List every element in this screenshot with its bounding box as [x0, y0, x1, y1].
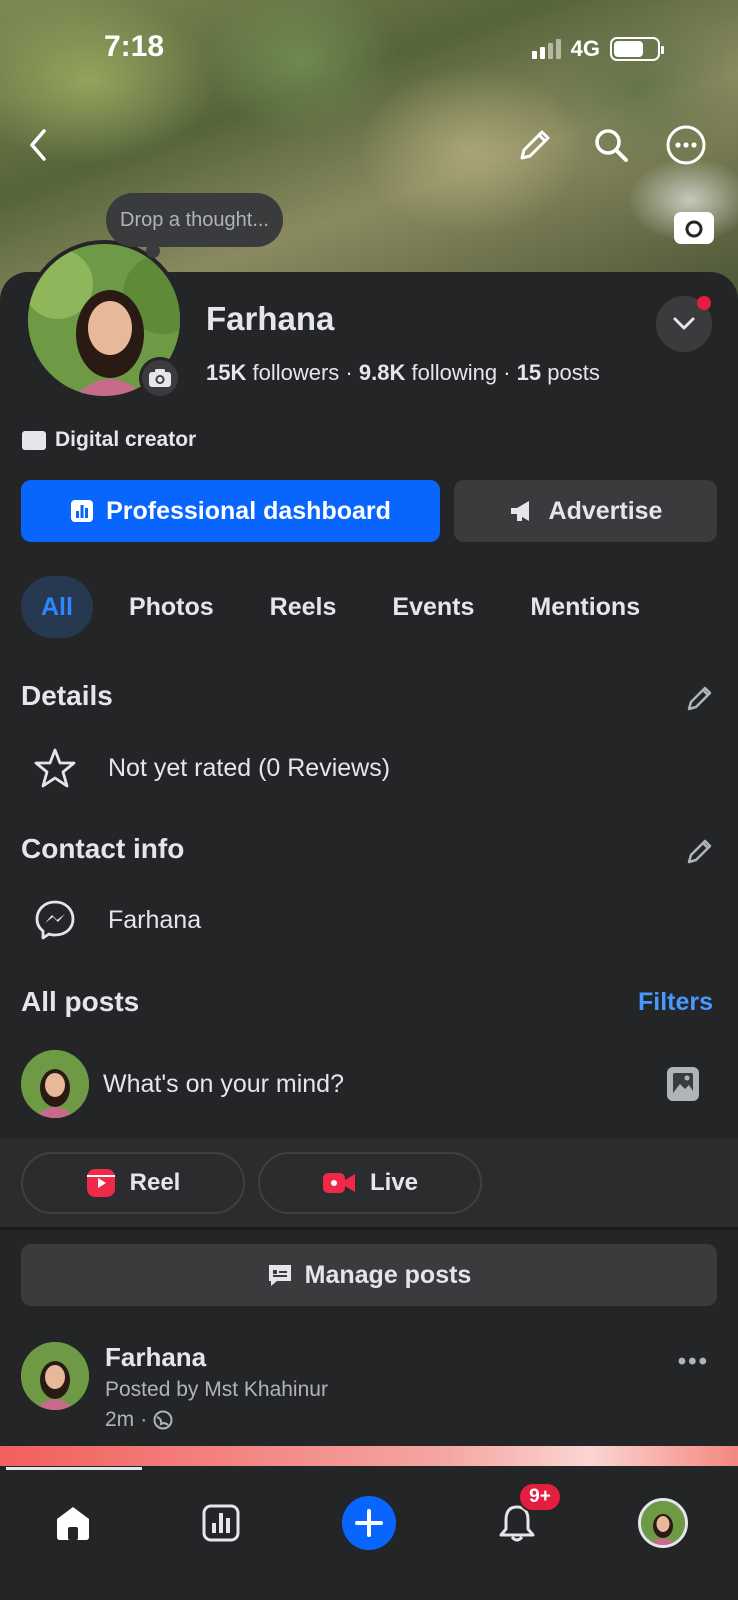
posts-count: 15: [516, 360, 542, 385]
live-video-icon: [322, 1173, 355, 1193]
edit-contact-button[interactable]: [684, 835, 716, 867]
advertise-button[interactable]: Advertise: [454, 480, 717, 542]
live-label: Live: [369, 1169, 419, 1196]
profile-stats: 15K followers · 9.8K following · 15 post…: [206, 360, 600, 385]
advertise-label: Advertise: [548, 496, 663, 525]
post-composer[interactable]: What's on your mind?: [21, 1049, 717, 1119]
nav-home[interactable]: [38, 1488, 108, 1558]
clapperboard-icon: [22, 431, 46, 450]
details-title: Details: [21, 680, 113, 711]
tab-photos[interactable]: Photos: [109, 576, 234, 638]
post-time[interactable]: 2m: [105, 1408, 134, 1432]
post-author-name[interactable]: Farhana: [105, 1342, 206, 1373]
following-label[interactable]: following: [411, 360, 497, 385]
post-content-preview: [0, 1446, 738, 1466]
tab-events[interactable]: Events: [372, 576, 494, 638]
drop-thought-bubble[interactable]: Drop a thought...: [106, 193, 283, 247]
professional-dashboard-label: Professional dashboard: [106, 496, 391, 525]
back-button[interactable]: [16, 122, 62, 168]
camera-icon: [685, 220, 703, 238]
tab-all[interactable]: All: [21, 576, 93, 638]
post-posted-by: Posted by Mst Khahinur: [105, 1378, 328, 1401]
followers-label[interactable]: followers: [252, 360, 339, 385]
composer-avatar: [21, 1050, 89, 1118]
manage-posts-button[interactable]: Manage posts: [21, 1244, 717, 1306]
reel-icon: [86, 1169, 115, 1197]
nav-create[interactable]: [334, 1488, 404, 1558]
star-icon: [32, 745, 78, 791]
megaphone-icon: [510, 501, 529, 521]
photo-icon[interactable]: [667, 1067, 699, 1101]
messenger-name: Farhana: [108, 905, 202, 934]
following-count[interactable]: 9.8K: [359, 360, 405, 385]
rating-row: Not yet rated (0 Reviews): [32, 745, 390, 791]
globe-icon: [153, 1410, 173, 1430]
status-indicators: 4G: [531, 36, 664, 62]
reel-label: Reel: [129, 1169, 181, 1196]
dashboard-icon: [71, 500, 94, 522]
page-category: Digital creator: [21, 428, 196, 452]
search-icon: [595, 129, 628, 162]
profile-tabs: All Photos Reels Events Mentions: [21, 576, 676, 638]
professional-dashboard-button[interactable]: Professional dashboard: [21, 480, 440, 542]
post-more-button[interactable]: •••: [678, 1348, 709, 1376]
edit-profile-button[interactable]: [512, 122, 558, 168]
home-icon: [57, 1507, 89, 1540]
cover-camera-button[interactable]: [674, 212, 714, 244]
reel-button[interactable]: Reel: [21, 1152, 245, 1214]
pencil-icon: [687, 686, 712, 711]
thought-bubble-tail: [146, 244, 160, 258]
dashboard-icon: [202, 1504, 240, 1542]
posts-label: posts: [547, 360, 600, 385]
post-author-avatar[interactable]: [21, 1342, 89, 1410]
composer-placeholder[interactable]: What's on your mind?: [103, 1070, 667, 1099]
filters-link[interactable]: Filters: [638, 988, 713, 1017]
notification-dot: [697, 296, 711, 310]
live-button[interactable]: Live: [258, 1152, 482, 1214]
more-options-button[interactable]: [663, 122, 709, 168]
post-meta: 2m ·: [105, 1408, 173, 1432]
notifications-badge: 9+: [518, 1482, 562, 1512]
tab-mentions[interactable]: Mentions: [510, 576, 660, 638]
camera-icon: [149, 369, 171, 387]
all-posts-title: All posts: [21, 986, 140, 1017]
profile-name: Farhana: [206, 300, 335, 337]
tab-reels[interactable]: Reels: [250, 576, 357, 638]
battery-icon: [610, 37, 664, 61]
signal-icon: [531, 39, 561, 59]
followers-count[interactable]: 15K: [206, 360, 246, 385]
more-horizontal-icon: [666, 125, 706, 165]
edit-details-button[interactable]: [684, 682, 716, 714]
pencil-icon: [687, 839, 712, 864]
plus-icon: [342, 1496, 396, 1550]
manage-posts-icon: [268, 1265, 291, 1286]
chevron-left-icon: [30, 129, 46, 161]
messenger-row[interactable]: Farhana: [32, 897, 201, 943]
nav-dashboard[interactable]: [186, 1488, 256, 1558]
manage-posts-label: Manage posts: [304, 1260, 472, 1289]
chevron-down-icon: [673, 317, 695, 330]
rating-text: Not yet rated (0 Reviews): [108, 753, 391, 782]
network-type: 4G: [570, 36, 600, 61]
contact-info-title: Contact info: [21, 833, 185, 864]
nav-profile-avatar: [638, 1498, 688, 1548]
category-label: Digital creator: [55, 428, 197, 451]
post-header: Farhana Posted by Mst Khahinur 2m · •••: [21, 1342, 717, 1432]
avatar-camera-button[interactable]: [139, 357, 181, 399]
messenger-icon: [32, 897, 78, 943]
bottom-navigation: 9+: [0, 1470, 738, 1600]
search-button[interactable]: [588, 122, 634, 168]
status-time: 7:18: [104, 30, 165, 63]
nav-profile[interactable]: [628, 1488, 698, 1558]
pencil-icon: [520, 130, 550, 160]
